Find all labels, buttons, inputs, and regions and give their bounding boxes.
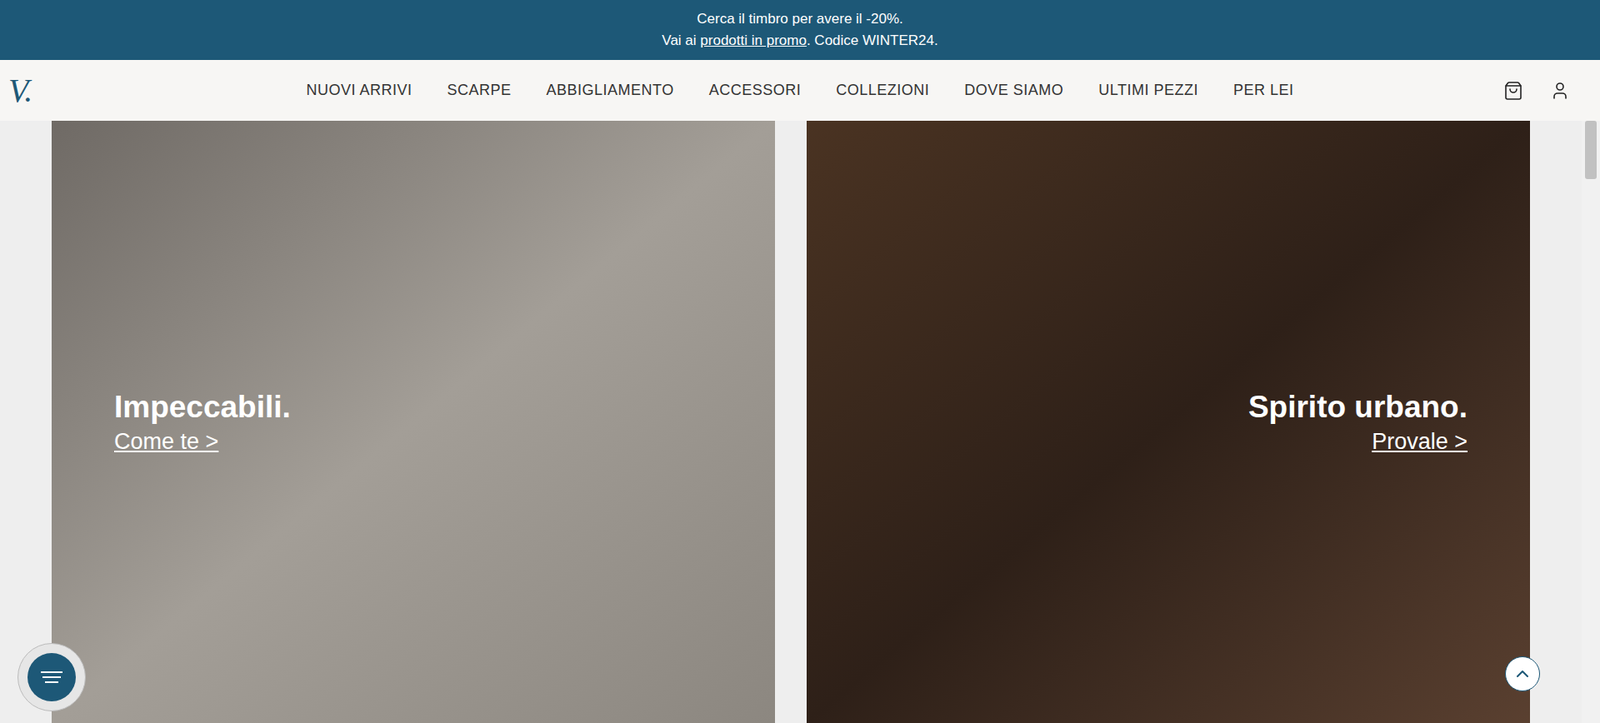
nav-item[interactable]: SCARPE	[446, 79, 511, 102]
content-row: Impeccabili.Come te >Spirito urbano.Prov…	[0, 120, 1600, 723]
promo-card[interactable]: Impeccabili.Come te >	[51, 120, 775, 723]
promo-card[interactable]: Spirito urbano.Provale >	[806, 120, 1530, 723]
card-title: Impeccabili.	[114, 388, 291, 427]
logo[interactable]: V.	[6, 74, 107, 108]
nav-item[interactable]: ABBIGLIAMENTO	[546, 79, 675, 102]
scroll-top-button[interactable]	[1505, 656, 1540, 692]
nav-item[interactable]: ACCESSORI	[709, 79, 802, 102]
account-icon[interactable]	[1550, 80, 1570, 101]
nav-item[interactable]: PER LEI	[1233, 79, 1295, 102]
chat-icon	[27, 653, 76, 702]
nav-actions	[1493, 80, 1594, 101]
nav-item[interactable]: NUOVI ARRIVI	[305, 79, 412, 102]
nav-item[interactable]: COLLEZIONI	[835, 79, 930, 102]
nav-menu: NUOVI ARRIVI SCARPE ABBIGLIAMENTO ACCESSORI…	[106, 79, 1494, 102]
chevron-up-icon	[1512, 664, 1533, 685]
scrollbar[interactable]	[1581, 120, 1600, 723]
nav-item[interactable]: ULTIMI PEZZI	[1098, 79, 1199, 102]
nav-item[interactable]: DOVE SIAMO	[964, 79, 1064, 102]
promo-link[interactable]: prodotti in promo	[700, 32, 807, 49]
scrollbar-thumb[interactable]	[1585, 120, 1597, 180]
card-title: Spirito urbano.	[1248, 388, 1468, 427]
card-link[interactable]: Come te >	[114, 426, 219, 457]
card-link[interactable]: Provale >	[1371, 426, 1468, 457]
promo-line: Vai ai prodotti in promo. Codice WINTER2…	[661, 30, 938, 52]
promo-banner: Cerca il timbro per avere il -20%.Vai ai…	[0, 0, 1600, 60]
promo-line: Cerca il timbro per avere il -20%.	[696, 8, 904, 30]
cart-icon[interactable]	[1503, 80, 1524, 101]
nav-bar: V. NUOVI ARRIVI SCARPE ABBIGLIAMENTO ACCESSO…	[0, 60, 1600, 121]
card-grid: Impeccabili.Come te >Spirito urbano.Prov…	[0, 120, 1582, 723]
page: Cerca il timbro per avere il -20%.Vai ai…	[0, 0, 1600, 723]
chat-button[interactable]	[17, 643, 86, 712]
